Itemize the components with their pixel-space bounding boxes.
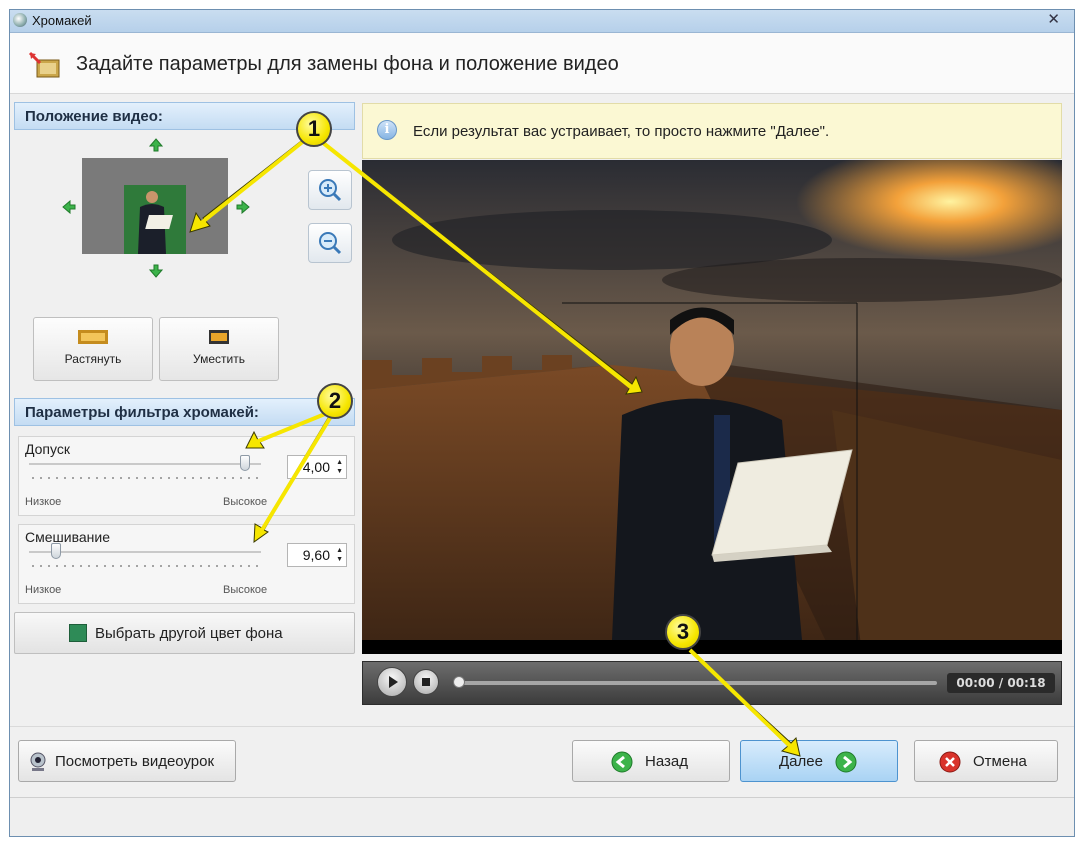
play-button[interactable] [377, 667, 407, 697]
watch-tutorial-button[interactable]: Посмотреть видеоурок [18, 740, 236, 782]
blend-label: Смешивание [25, 529, 110, 545]
stretch-label: Растянуть [64, 352, 122, 366]
next-label: Далее [779, 753, 823, 770]
choose-color-label: Выбрать другой цвет фона [95, 625, 283, 642]
cancel-button[interactable]: Отмена [914, 740, 1058, 782]
blend-spinbox[interactable]: 9,60 ▲ ▼ [287, 543, 347, 567]
stop-icon [422, 678, 430, 686]
next-button[interactable]: Далее [740, 740, 898, 782]
tolerance-spinbox[interactable]: 4,00 ▲ ▼ [287, 455, 347, 479]
move-up-icon[interactable] [149, 138, 163, 152]
tolerance-high-label: Высокое [223, 496, 268, 508]
blend-value: 9,60 [302, 547, 330, 563]
zoom-out-button[interactable] [308, 223, 352, 263]
position-preview[interactable] [82, 158, 228, 254]
preview-video-frame[interactable] [124, 185, 186, 254]
move-left-icon[interactable] [62, 200, 76, 214]
spin-arrows-icon[interactable]: ▲ ▼ [336, 458, 343, 476]
fit-icon [209, 330, 229, 344]
chromakey-icon [28, 51, 60, 78]
media-player: 00:00 / 00:18 [362, 661, 1062, 705]
blend-group: Смешивание Низкое Высокое 9,60 ▲ ▼ [18, 524, 355, 604]
back-label: Назад [645, 753, 688, 770]
tolerance-label: Допуск [25, 441, 70, 457]
fit-button[interactable]: Уместить [159, 317, 279, 381]
tolerance-value: 4,00 [302, 459, 330, 475]
tolerance-track [29, 463, 261, 465]
zoom-out-icon [319, 232, 342, 255]
zoom-in-icon [319, 179, 342, 202]
seek-bar[interactable] [459, 681, 937, 685]
composited-video-frame [362, 160, 1062, 654]
blend-track [29, 551, 261, 553]
window-title: Хромакей [32, 13, 92, 28]
blend-low-label: Низкое [25, 584, 62, 596]
tolerance-ticks [29, 477, 261, 479]
callout-3: 3 [665, 614, 701, 650]
filter-heading: Параметры фильтра хромакей: [14, 398, 355, 426]
next-arrow-icon [835, 751, 857, 773]
stretch-icon [78, 330, 108, 344]
stretch-button[interactable]: Растянуть [33, 317, 153, 381]
seek-handle[interactable] [453, 676, 465, 688]
zoom-in-button[interactable] [308, 170, 352, 210]
left-panel: Положение видео: Растянуть Уместить Пара… [14, 102, 356, 662]
move-right-icon[interactable] [236, 200, 250, 214]
key-color-swatch [69, 624, 87, 642]
tolerance-low-label: Низкое [25, 496, 62, 508]
blend-ticks [29, 565, 261, 567]
status-bar [10, 797, 1074, 836]
time-display: 00:00 / 00:18 [947, 673, 1055, 693]
footer-divider [10, 726, 1074, 727]
callout-1: 1 [296, 111, 332, 147]
watch-tutorial-label: Посмотреть видеоурок [55, 753, 215, 770]
back-arrow-icon [611, 751, 633, 773]
tolerance-group: Допуск Низкое Высокое 4,00 ▲ ▼ [18, 436, 355, 516]
spin-arrows-icon[interactable]: ▲ ▼ [336, 546, 343, 564]
blend-slider[interactable] [51, 543, 62, 559]
choose-color-button[interactable]: Выбрать другой цвет фона [14, 612, 355, 654]
fit-label: Уместить [193, 352, 245, 366]
play-icon [389, 676, 398, 688]
title-bar: Хромакей ✕ [10, 10, 1074, 33]
header: Задайте параметры для замены фона и поло… [10, 33, 1074, 94]
presenter-thumbnail [138, 191, 173, 254]
stop-button[interactable] [413, 669, 439, 695]
app-icon [13, 13, 27, 27]
info-icon: i [377, 120, 397, 140]
cancel-label: Отмена [973, 753, 1027, 770]
move-down-icon[interactable] [149, 264, 163, 278]
info-text: Если результат вас устраивает, то просто… [413, 123, 830, 140]
blend-high-label: Высокое [223, 584, 268, 596]
chromakey-window: Хромакей ✕ Задайте параметры для замены … [9, 9, 1075, 837]
webcam-icon [30, 752, 46, 771]
close-icon[interactable]: ✕ [1047, 10, 1060, 28]
info-bar: i Если результат вас устраивает, то прос… [362, 103, 1062, 159]
cancel-icon [939, 751, 961, 773]
back-button[interactable]: Назад [572, 740, 730, 782]
video-preview[interactable] [362, 160, 1062, 654]
tolerance-slider[interactable] [239, 455, 250, 471]
callout-2: 2 [317, 383, 353, 419]
page-title: Задайте параметры для замены фона и поло… [76, 53, 619, 75]
